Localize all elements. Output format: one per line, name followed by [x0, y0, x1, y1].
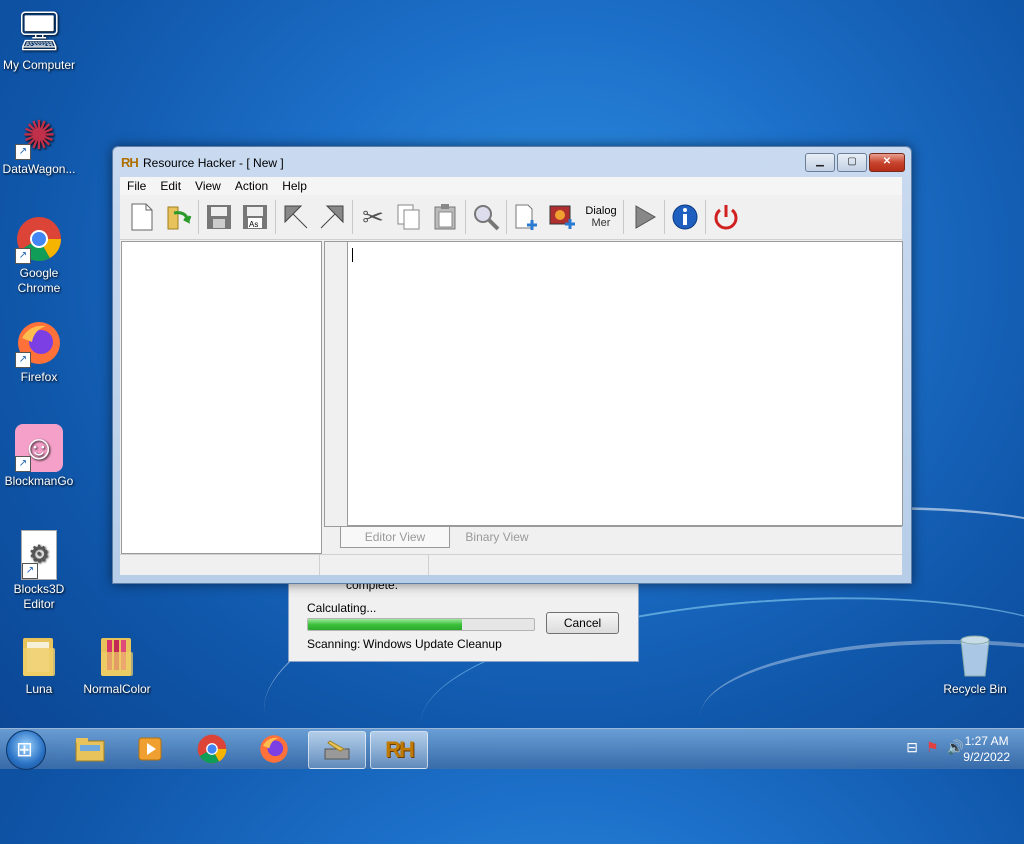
taskbar-explorer-icon[interactable]: [62, 731, 118, 767]
cancel-button[interactable]: Cancel: [546, 612, 619, 634]
disk-cleanup-dialog: complete. Calculating... Cancel Scanning…: [288, 575, 639, 662]
window-client: File Edit View Action Help As ✂ Dialog M…: [120, 177, 903, 575]
desktop-icon-luna[interactable]: Luna: [0, 632, 78, 697]
clock-time: 1:27 AM: [964, 734, 1009, 748]
magnifier-icon[interactable]: [468, 199, 504, 235]
tab-editor-view[interactable]: Editor View: [340, 527, 450, 548]
copy-icon[interactable]: [391, 199, 427, 235]
datawagon-icon: ✺ ↗: [15, 112, 63, 160]
menu-help[interactable]: Help: [275, 177, 314, 195]
save-as-icon[interactable]: As: [237, 199, 273, 235]
text-caret: [352, 248, 353, 262]
desktop-icon-my-computer[interactable]: 🖥 My Computer: [0, 8, 78, 73]
title-bar[interactable]: RH Resource Hacker - [ New ] ▁ ▢ ✕: [113, 147, 911, 177]
taskbar: RH ⊟ ⚑ 🔊 1:27 AM 9/2/2022: [0, 728, 1024, 770]
clock[interactable]: 1:27 AM 9/2/2022: [963, 733, 1010, 765]
progress-bar: [307, 618, 535, 631]
menu-action[interactable]: Action: [228, 177, 275, 195]
save-icon[interactable]: [201, 199, 237, 235]
script-editor[interactable]: [347, 241, 903, 526]
forward-arrow-icon[interactable]: [314, 199, 350, 235]
dialog-menu-label-2: Mer: [591, 217, 611, 229]
start-button[interactable]: [6, 730, 46, 770]
resource-hacker-taskbar-label: RH: [385, 737, 415, 762]
folder-icon: [93, 632, 141, 680]
blocks3d-icon: ⚙ ↗: [21, 530, 57, 580]
taskbar-firefox-icon[interactable]: [246, 731, 302, 767]
desktop-icon-google-chrome[interactable]: ↗ Google Chrome: [0, 216, 78, 296]
firefox-icon: ↗: [15, 320, 63, 368]
shortcut-arrow-icon: ↗: [22, 563, 38, 579]
maximize-button[interactable]: ▢: [837, 153, 867, 172]
shortcut-arrow-icon: ↗: [15, 456, 31, 472]
new-file-icon[interactable]: [124, 199, 160, 235]
shortcut-arrow-icon: ↗: [15, 352, 31, 368]
shortcut-arrow-icon: ↗: [15, 248, 31, 264]
computer-icon: 🖥: [15, 11, 64, 53]
status-bar: [120, 554, 902, 575]
taskbar-media-player-icon[interactable]: [122, 731, 178, 767]
svg-text:As: As: [249, 220, 258, 229]
app-icon: RH: [121, 155, 139, 170]
power-icon[interactable]: [708, 199, 744, 235]
clock-date: 9/2/2022: [963, 750, 1010, 764]
action-center-flag-icon[interactable]: ⚑: [926, 739, 939, 756]
dialog-menu-label: Dialog: [585, 205, 617, 217]
menu-view[interactable]: View: [188, 177, 228, 195]
desktop-icon-blockmango[interactable]: ☺ ↗ BlockmanGo: [0, 424, 78, 489]
volume-icon[interactable]: 🔊: [947, 739, 964, 756]
calculating-text: Calculating...: [307, 601, 377, 615]
paste-icon[interactable]: [427, 199, 463, 235]
blockmango-icon: ☺ ↗: [15, 424, 63, 472]
desktop-icon-datawagon[interactable]: ✺ ↗ DataWagon...: [0, 112, 78, 177]
folder-icon: [15, 632, 63, 680]
taskbar-disk-cleanup-icon[interactable]: [308, 731, 366, 769]
add-resource-icon[interactable]: [509, 199, 545, 235]
taskbar-chrome-icon[interactable]: [184, 731, 240, 767]
scanning-item: Windows Update Cleanup: [363, 637, 502, 651]
info-icon[interactable]: [667, 199, 703, 235]
add-image-icon[interactable]: [545, 199, 581, 235]
menu-bar: File Edit View Action Help: [120, 177, 902, 195]
chrome-icon: ↗: [15, 216, 63, 264]
back-arrow-icon[interactable]: [278, 199, 314, 235]
window-title: Resource Hacker - [ New ]: [143, 156, 284, 170]
play-icon[interactable]: [626, 199, 662, 235]
desktop-icon-blocks3d-editor[interactable]: ⚙ ↗ Blocks3D Editor: [0, 530, 78, 612]
toolbar: As ✂ Dialog Mer: [120, 195, 902, 240]
desktop-icon-normalcolor[interactable]: NormalColor: [78, 632, 156, 697]
tab-binary-view[interactable]: Binary View: [452, 527, 542, 547]
desktop-icon-firefox[interactable]: ↗ Firefox: [0, 320, 78, 385]
resource-hacker-window: RH Resource Hacker - [ New ] ▁ ▢ ✕ File …: [112, 146, 912, 584]
open-folder-icon[interactable]: [160, 199, 196, 235]
taskbar-resource-hacker-icon[interactable]: RH: [370, 731, 428, 769]
network-icon[interactable]: ⊟: [906, 739, 918, 756]
resource-tree-pane[interactable]: [121, 241, 322, 554]
scissors-icon[interactable]: ✂: [355, 199, 391, 235]
recycle-bin-icon: [951, 632, 999, 680]
line-number-gutter: [324, 241, 348, 527]
minimize-button[interactable]: ▁: [805, 153, 835, 172]
system-tray: ⊟ ⚑ 🔊: [906, 739, 964, 756]
view-tabs: Editor View Binary View: [324, 526, 902, 551]
desktop-icon-recycle-bin[interactable]: Recycle Bin: [936, 632, 1014, 697]
shortcut-arrow-icon: ↗: [15, 144, 31, 160]
menu-edit[interactable]: Edit: [153, 177, 188, 195]
scanning-label: Scanning:: [307, 637, 361, 651]
menu-file[interactable]: File: [120, 177, 153, 195]
dialog-menu-icon[interactable]: Dialog Mer: [581, 199, 621, 235]
close-button[interactable]: ✕: [869, 153, 905, 172]
